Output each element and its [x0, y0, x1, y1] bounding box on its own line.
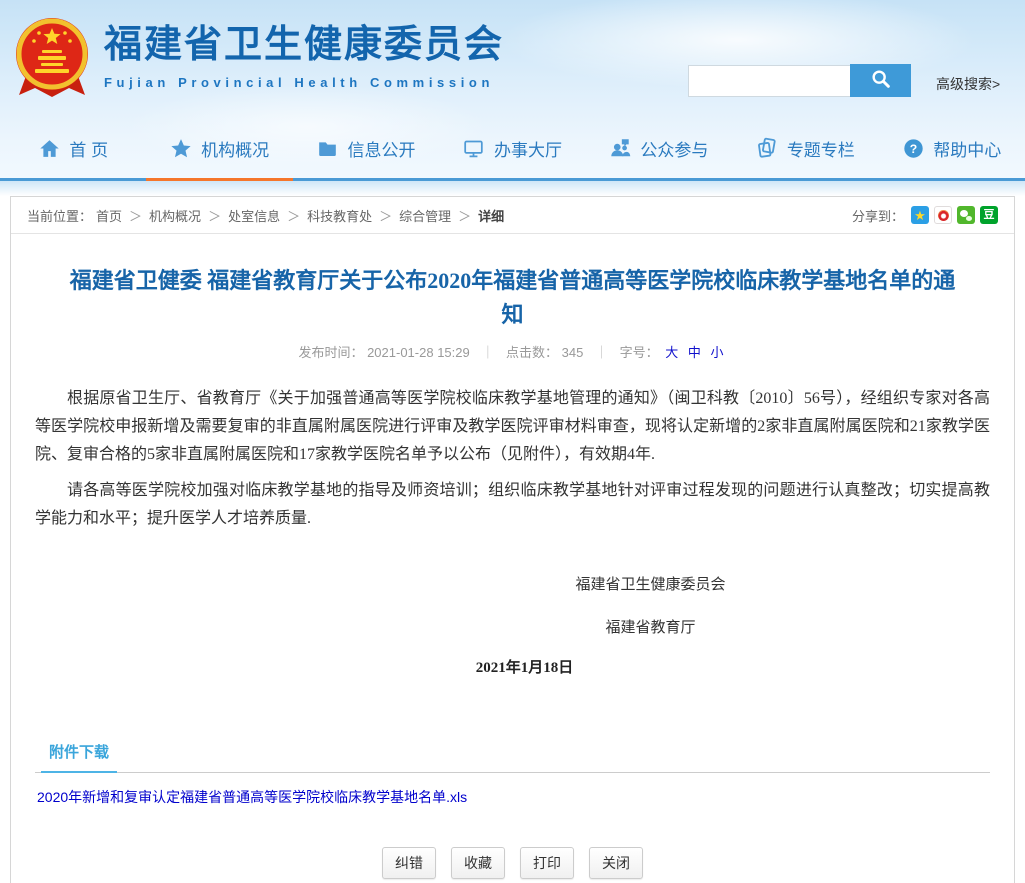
breadcrumb-item-home[interactable]: 首页 [96, 206, 122, 225]
cards-icon [756, 137, 778, 159]
attachment-file-link[interactable]: 2020年新增和复审认定福建省普通高等医学院校临床教学基地名单.xls [35, 787, 467, 807]
breadcrumb-item-scitech-edu[interactable]: 科技教育处 [307, 206, 372, 225]
meta-separator: ｜ [595, 345, 608, 360]
article-body: 根据原省卫生厅、省教育厅《关于加强普通高等医学院校临床教学基地管理的通知》（闽卫… [35, 385, 990, 533]
report-error-button[interactable]: 纠错 [382, 847, 436, 879]
nav-item-label: 办事大厅 [494, 136, 562, 161]
paragraph: 根据原省卫生厅、省教育厅《关于加强普通高等医学院校临床教学基地管理的通知》（闽卫… [35, 385, 990, 469]
fontsize-small-button[interactable]: 小 [711, 345, 724, 360]
breadcrumb-item-general-mgmt[interactable]: 综合管理 [399, 206, 451, 225]
nav-item-label: 首 页 [69, 136, 108, 161]
site-header: 福建省卫生健康委员会 Fujian Provincial Health Comm… [0, 0, 1025, 181]
breadcrumb-item-offices[interactable]: 处室信息 [228, 206, 280, 225]
print-button[interactable]: 打印 [520, 847, 574, 879]
monitor-icon [463, 137, 485, 159]
douban-share-icon[interactable]: 豆 [980, 206, 998, 224]
attachments-heading-row: 附件下载 [35, 741, 990, 773]
hits-label: 点击数： [506, 345, 558, 360]
article-title: 福建省卫健委 福建省教育厅关于公布2020年福建省普通高等医学院校临床教学基地名… [63, 264, 962, 332]
national-emblem-logo [14, 16, 90, 100]
header-fade [0, 181, 1025, 196]
nav-item-label: 帮助中心 [933, 136, 1001, 161]
advanced-search-link[interactable]: 高级搜索> [936, 74, 1000, 94]
search-input[interactable] [688, 65, 850, 97]
site-titles: 福建省卫生健康委员会 Fujian Provincial Health Comm… [104, 24, 504, 90]
breadcrumb-current: 详细 [478, 206, 504, 225]
nav-item-label: 公众参与 [640, 136, 708, 161]
signature-date: 2021年1月18日 [47, 656, 1002, 677]
breadcrumb-separator: ＞ [379, 206, 392, 225]
wechat-share-icon[interactable] [957, 206, 975, 224]
nav-item-public-participation[interactable]: 公众参与 [586, 118, 732, 178]
breadcrumb-separator: ＞ [208, 206, 221, 225]
share-bar: 分享到： ★ 豆 [852, 206, 998, 225]
nav-item-help-center[interactable]: ? 帮助中心 [879, 118, 1025, 178]
attachments-section: 附件下载 2020年新增和复审认定福建省普通高等医学院校临床教学基地名单.xls [35, 741, 990, 807]
nav-item-info-disclosure[interactable]: 信息公开 [293, 118, 439, 178]
qzone-share-icon[interactable]: ★ [911, 206, 929, 224]
article: 福建省卫健委 福建省教育厅关于公布2020年福建省普通高等医学院校临床教学基地名… [11, 264, 1014, 883]
nav-item-label: 专题专栏 [787, 136, 855, 161]
people-icon [609, 137, 631, 159]
fontsize-label: 字号： [620, 345, 659, 360]
search-bar [688, 64, 911, 97]
svg-text:?: ? [909, 141, 916, 155]
breadcrumb: 当前位置： 首页 ＞ 机构概况 ＞ 处室信息 ＞ 科技教育处 ＞ 综合管理 ＞ … [11, 197, 1014, 234]
nav-item-about[interactable]: 机构概况 [146, 118, 292, 178]
breadcrumb-separator: ＞ [458, 206, 471, 225]
breadcrumb-separator: ＞ [287, 206, 300, 225]
close-button[interactable]: 关闭 [589, 847, 643, 879]
paragraph: 请各高等医学院校加强对临床教学基地的指导及师资培训；组织临床教学基地针对评审过程… [35, 477, 990, 533]
nav-item-service-hall[interactable]: 办事大厅 [439, 118, 585, 178]
breadcrumb-label: 当前位置： [27, 206, 92, 225]
folder-icon [317, 137, 339, 159]
favorite-button[interactable]: 收藏 [451, 847, 505, 879]
content-box: 当前位置： 首页 ＞ 机构概况 ＞ 处室信息 ＞ 科技教育处 ＞ 综合管理 ＞ … [10, 196, 1015, 883]
nav-item-home[interactable]: 首 页 [0, 118, 146, 178]
nav-item-label: 信息公开 [348, 136, 416, 161]
signature-health-commission: 福建省卫生健康委员会 [173, 573, 1025, 594]
attachments-heading: 附件下载 [41, 741, 117, 773]
site-name: 福建省卫生健康委员会 [104, 24, 504, 68]
fontsize-large-button[interactable]: 大 [665, 345, 678, 360]
star-icon [170, 137, 192, 159]
article-meta: 发布时间： 2021-01-28 15:29 ｜ 点击数： 345 ｜ 字号： … [35, 342, 990, 361]
action-buttons: 纠错 收藏 打印 关闭 [35, 847, 990, 879]
site-name-english: Fujian Provincial Health Commission [104, 75, 504, 90]
main-nav: 首 页 机构概况 信息公开 办事大厅 公众参与 [0, 118, 1025, 181]
magnifier-icon [870, 68, 892, 93]
signature-education-dept: 福建省教育厅 [173, 616, 1025, 637]
weibo-share-icon[interactable] [934, 206, 952, 224]
share-label: 分享到： [852, 206, 904, 225]
meta-separator: ｜ [481, 345, 494, 360]
nav-item-special-topics[interactable]: 专题专栏 [732, 118, 878, 178]
publish-time-label: 发布时间： [298, 345, 363, 360]
hits-count: 345 [562, 345, 584, 360]
breadcrumb-separator: ＞ [129, 206, 142, 225]
search-button[interactable] [850, 64, 911, 97]
fontsize-medium-button[interactable]: 中 [688, 345, 701, 360]
home-icon [38, 137, 60, 159]
nav-item-label: 机构概况 [201, 136, 269, 161]
publish-time: 2021-01-28 15:29 [367, 345, 470, 360]
breadcrumb-item-about[interactable]: 机构概况 [149, 206, 201, 225]
question-icon: ? [902, 137, 924, 159]
